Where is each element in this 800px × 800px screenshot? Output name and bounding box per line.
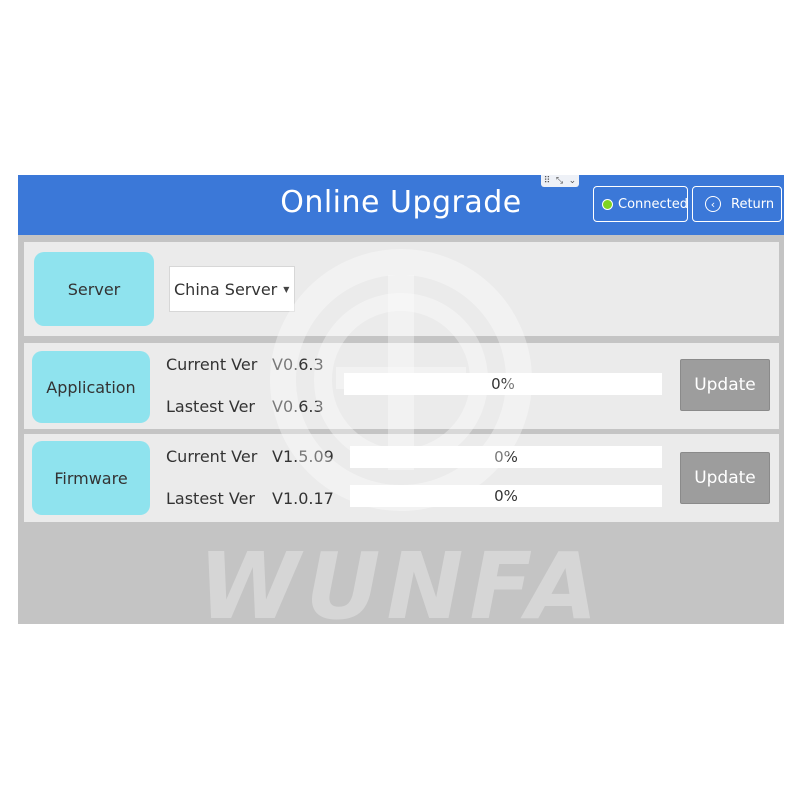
server-select[interactable]: China Server ▼ — [169, 266, 295, 312]
return-label: Return — [731, 196, 775, 212]
firmware-panel: Firmware Current Ver V1.5.09 Lastest Ver… — [24, 434, 779, 522]
connected-label: Connected — [618, 196, 689, 212]
app-latest-ver-value: V0.6.3 — [272, 397, 324, 416]
firmware-label: Firmware — [32, 441, 150, 515]
return-button[interactable]: ‹ Return — [692, 186, 782, 222]
fw-current-ver-label: Current Ver — [166, 447, 258, 466]
fw-latest-progress-bar: 0% — [350, 485, 662, 507]
status-dot-icon — [602, 198, 613, 210]
app-current-ver-label: Current Ver — [166, 355, 258, 374]
fw-update-button[interactable]: Update — [680, 452, 770, 504]
back-arrow-icon: ‹ — [705, 196, 721, 212]
server-label: Server — [34, 252, 154, 326]
fw-current-progress-bar: 0% — [350, 446, 662, 468]
app-latest-ver-label: Lastest Ver — [166, 397, 255, 416]
upgrade-window: ⠿ ⤡ ⌄ Online Upgrade Connected ‹ Return … — [18, 175, 784, 624]
header-bar: ⠿ ⤡ ⌄ Online Upgrade Connected ‹ Return — [18, 175, 784, 235]
app-update-button[interactable]: Update — [680, 359, 770, 411]
server-panel: Server China Server ▼ — [24, 242, 779, 336]
application-label: Application — [32, 351, 150, 423]
app-progress-bar: 0% — [344, 373, 662, 395]
fw-latest-ver-value: V1.0.17 — [272, 489, 334, 508]
app-current-ver-value: V0.6.3 — [272, 355, 324, 374]
fw-latest-progress-text: 0% — [494, 487, 518, 505]
app-progress-text: 0% — [491, 375, 515, 393]
fw-latest-ver-label: Lastest Ver — [166, 489, 255, 508]
fw-current-ver-value: V1.5.09 — [272, 447, 334, 466]
application-panel: Application Current Ver V0.6.3 Lastest V… — [24, 343, 779, 429]
caret-down-icon: ▼ — [283, 284, 290, 294]
fw-current-progress-text: 0% — [494, 448, 518, 466]
connected-button[interactable]: Connected — [593, 186, 688, 222]
server-select-value: China Server — [174, 279, 278, 299]
watermark-text: WUNFA — [198, 533, 603, 624]
